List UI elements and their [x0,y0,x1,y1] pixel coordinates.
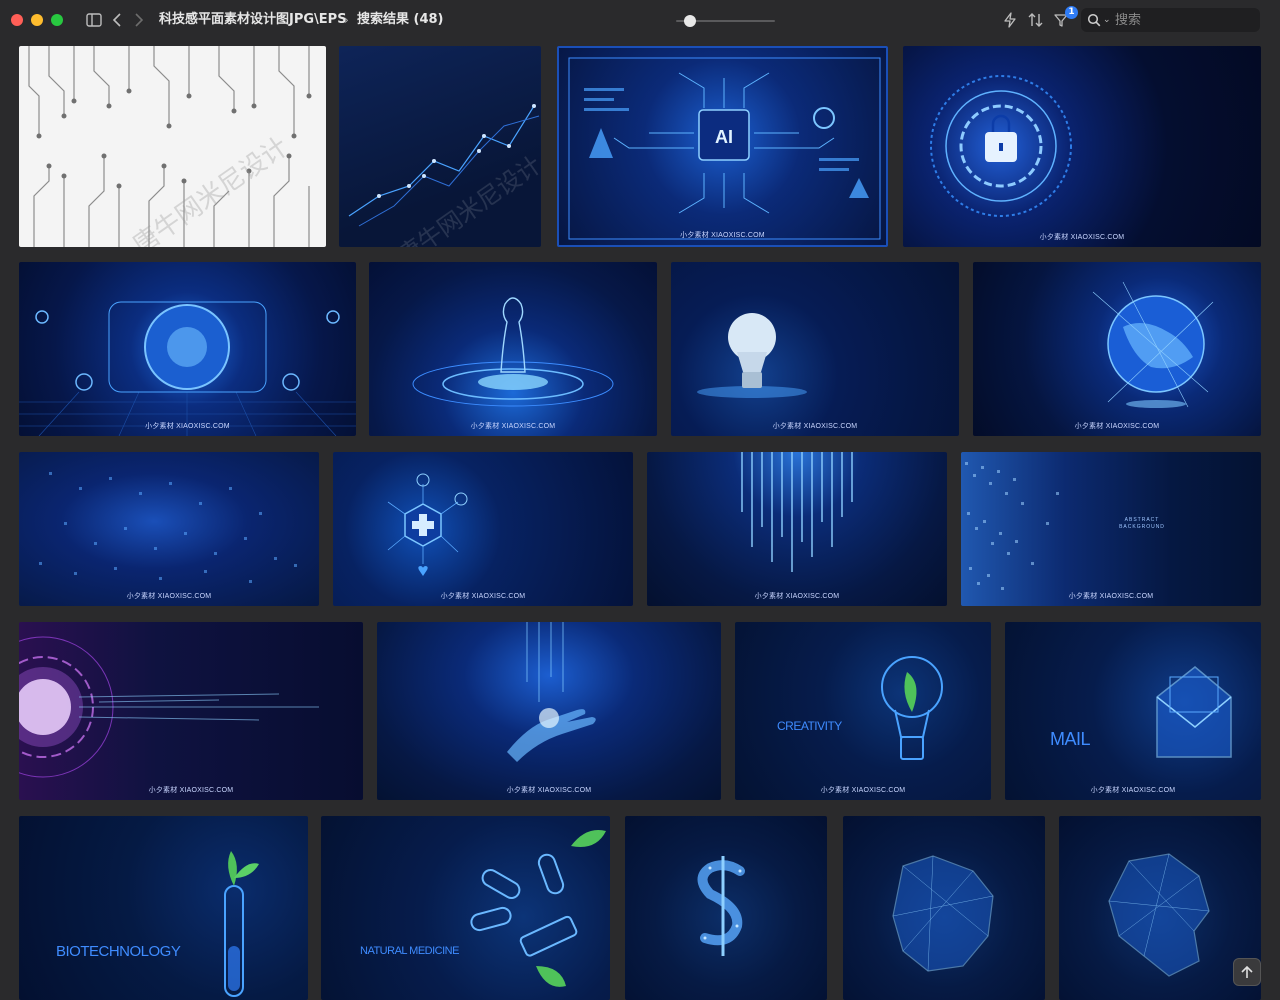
thumbnail[interactable]: 小夕素材 XIAOXISC.COM [369,262,657,436]
thumbnail[interactable]: 小夕素材 XIAOXISC.COM [647,452,947,606]
search-options-chevron-icon[interactable]: ⌄ [1103,13,1111,27]
thumbnail-watermark: 小夕素材 XIAOXISC.COM [145,423,230,430]
title-bar: 科技感平面素材设计图JPG\EPS › 搜索结果 (48) 1 ⌄ [0,0,1280,40]
light-bulb-art [697,313,807,398]
binary-matrix-art [39,472,297,583]
thumbnail[interactable]: 小夕素材 XIAOXISC.COM [19,452,319,606]
thumbnail-watermark: 小夕素材 XIAOXISC.COM [820,787,906,794]
thumbnail-watermark: 小夕素材 XIAOXISC.COM [1074,423,1160,430]
map-polygon-art [892,855,994,972]
caption-mail: MAIL [1050,729,1091,749]
thumbnail[interactable] [1059,816,1261,1000]
pills-art [470,830,606,987]
digital-globe-art [1092,281,1214,408]
circuit-art: 唐牛网米尼设计 [28,46,312,247]
search-field[interactable]: ⌄ [1081,8,1260,32]
thumbnail[interactable]: NATURAL MEDICINE [321,816,610,1000]
caption-biotechnology: BIOTECHNOLOGY [56,943,181,960]
mail-envelope-art [1156,666,1232,758]
thumbnail[interactable]: CREATIVITY 小夕素材 XIAOXISC.COM [735,622,991,800]
thumbnail[interactable]: 唐牛网米尼设计 [339,46,541,247]
thumbnail-watermark: 小夕素材 XIAOXISC.COM [1090,787,1176,794]
thumbnail-watermark: 小夕素材 XIAOXISC.COM [754,593,840,600]
breadcrumb-separator: › [344,13,349,27]
thumbnail[interactable]: 小夕素材 XIAOXISC.COM [671,262,959,436]
sort-icon[interactable] [1027,10,1045,30]
digital-rain-art [741,452,853,572]
breadcrumb-folder[interactable]: 科技感平面素材设计图JPG\EPS [159,11,347,29]
dollar-polygon-art [697,856,745,956]
thumbnail[interactable]: 小夕素材 XIAOXISC.COM [377,622,721,800]
caption-natural-medicine: NATURAL MEDICINE [360,945,459,957]
thumbnail[interactable]: 小夕素材 XIAOXISC.COM [903,46,1261,247]
filter-count-badge: 1 [1065,6,1078,19]
creativity-bulb-art [881,656,943,760]
search-input[interactable] [1115,10,1255,30]
thumbnail-watermark: 小夕素材 XIAOXISC.COM [148,787,234,794]
close-window-button[interactable] [11,14,23,26]
forward-chevron-icon[interactable] [132,10,146,30]
digital-hand-art [507,622,596,762]
thumbnail[interactable]: 小夕素材 XIAOXISC.COM [19,262,356,436]
overlay-watermark: 唐牛网米尼设计 [128,132,294,247]
search-results-title: 搜索结果 (48) [357,12,444,27]
thumbnail[interactable]: 唐牛网米尼设计 [19,46,326,247]
thumbnail[interactable] [843,816,1045,1000]
caption-creativity: CREATIVITY [777,719,842,733]
finder-window: 科技感平面素材设计图JPG\EPS › 搜索结果 (48) 1 ⌄ 搜索 唐牛网… [0,0,1280,1000]
hud-circle-art [19,301,356,436]
thumbnail-watermark: 小夕素材 XIAOXISC.COM [680,232,765,239]
thumbnail[interactable]: AI 小夕素材 XIAOXISC.COM [557,46,888,247]
scroll-to-top-button[interactable] [1233,958,1261,986]
thumbnail[interactable]: BIOTECHNOLOGY [19,816,308,1000]
test-tube-art [224,851,259,997]
radial-burst-art [19,636,319,778]
network-graph-art: 唐牛网米尼设计 [348,104,541,247]
search-icon [1087,13,1101,27]
ai-chip-art: AI [568,57,881,240]
map-polygon-art [1108,853,1210,977]
lightning-icon[interactable] [1002,10,1018,30]
thumbnail-watermark: 小夕素材 XIAOXISC.COM [506,787,592,794]
thumbnail-watermark: 小夕素材 XIAOXISC.COM [772,423,858,430]
thumbnail[interactable]: 小夕素材 XIAOXISC.COM [19,622,363,800]
chess-hologram-art [412,297,614,407]
thumbnail-watermark: 小夕素材 XIAOXISC.COM [126,593,212,600]
thumbnail[interactable] [625,816,827,1000]
back-chevron-icon[interactable] [110,10,124,30]
zoom-window-button[interactable] [51,14,63,26]
thumbnail-size-slider-knob[interactable] [683,15,696,27]
medical-hexagon-art [387,473,468,576]
caption-abstract: ABSTRACT [1125,517,1160,523]
thumbnail[interactable]: 小夕素材 XIAOXISC.COM [973,262,1261,436]
thumbnail[interactable]: 小夕素材 XIAOXISC.COM [333,452,633,606]
thumbnail-watermark: 小夕素材 XIAOXISC.COM [1039,234,1125,241]
sidebar-toggle-icon[interactable] [85,10,103,30]
ai-chip-label: AI [715,127,733,147]
caption-background: BACKGROUND [1119,524,1165,530]
thumbnail[interactable]: MAIL 小夕素材 XIAOXISC.COM [1005,622,1261,800]
arrow-up-icon [1241,965,1253,978]
abstract-data-art: ABSTRACT BACKGROUND [965,462,1165,590]
minimize-window-button[interactable] [31,14,43,26]
thumbnail-watermark: 小夕素材 XIAOXISC.COM [440,593,526,600]
thumbnail[interactable]: ABSTRACT BACKGROUND 小夕素材 XIAOXISC.COM [961,452,1261,606]
thumbnail-watermark: 小夕素材 XIAOXISC.COM [470,423,556,430]
thumbnail-watermark: 小夕素材 XIAOXISC.COM [1068,593,1154,600]
security-lock-art [930,75,1072,217]
